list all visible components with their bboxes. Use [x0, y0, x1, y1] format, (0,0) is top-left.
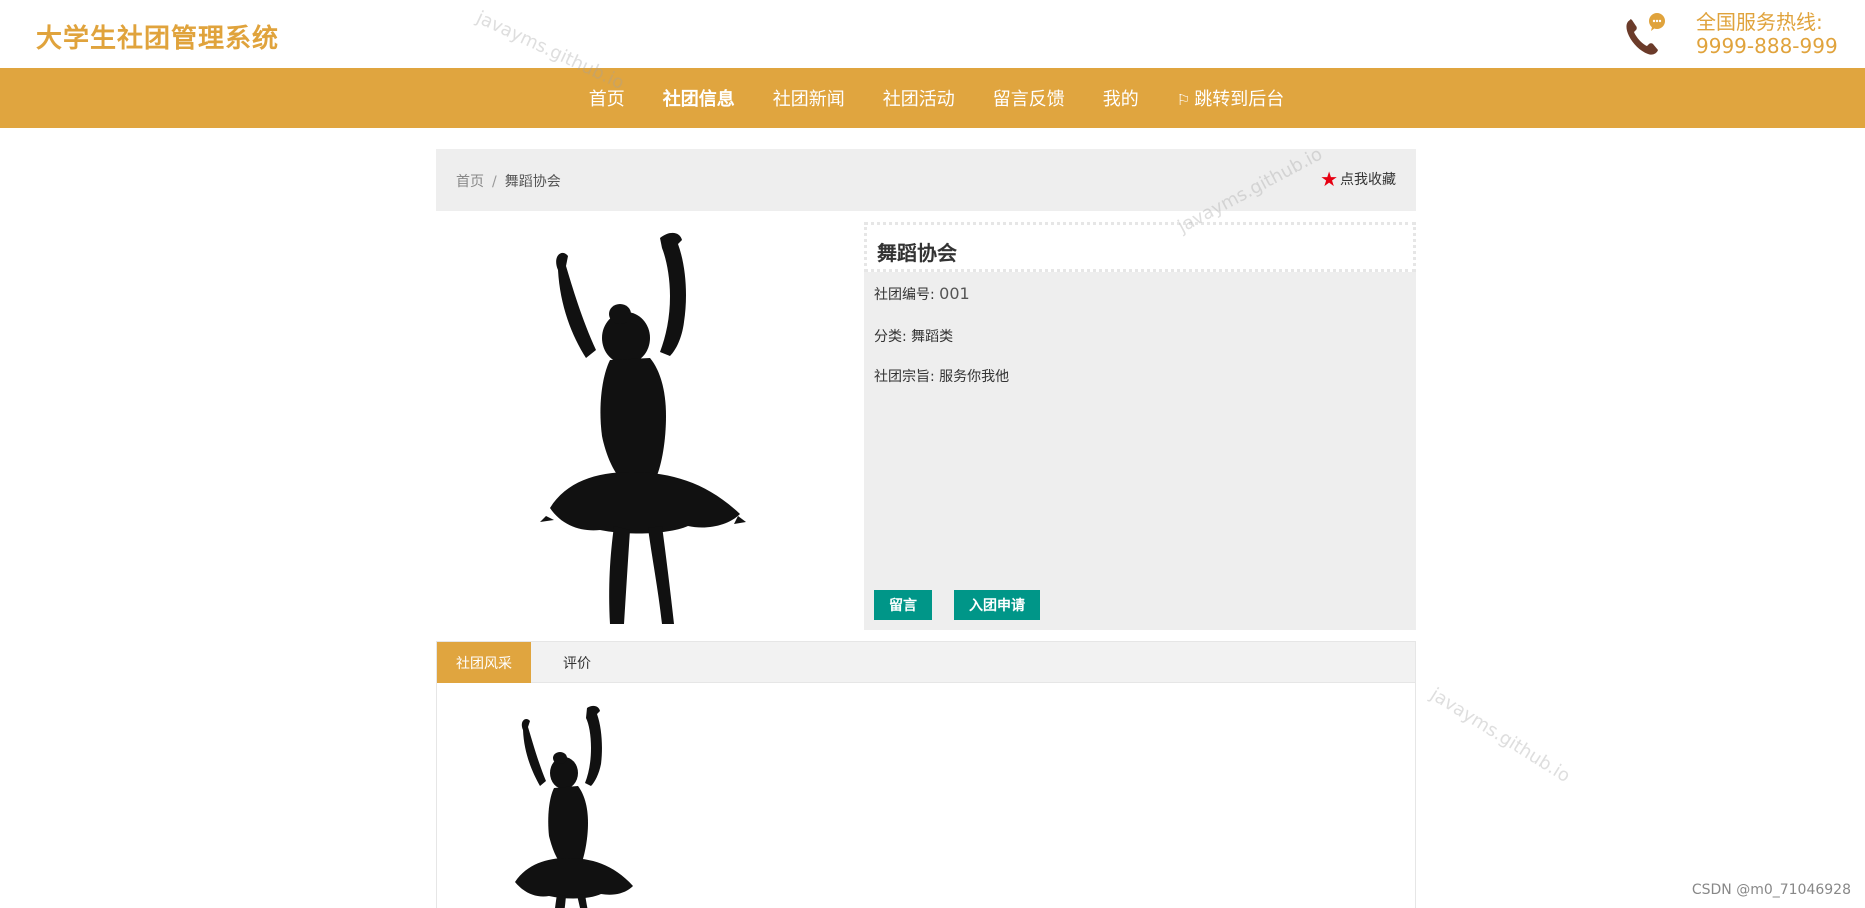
club-purpose-row: 社团宗旨: 服务你我他 [874, 366, 1009, 386]
main-nav: 首页 社团信息 社团新闻 社团活动 留言反馈 我的 ⚐ 跳转到后台 [0, 68, 1865, 128]
breadcrumb-bar: 首页 / 舞蹈协会 ★ 点我收藏 [436, 149, 1416, 211]
breadcrumb-separator: / [492, 174, 497, 190]
breadcrumb-home[interactable]: 首页 [456, 174, 484, 190]
footer-credit: CSDN @m0_71046928 [1691, 882, 1851, 898]
hotline-label: 全国服务热线: [1696, 10, 1823, 34]
club-purpose-value: 服务你我他 [939, 369, 1010, 385]
nav-item-club-info[interactable]: 社团信息 [644, 85, 754, 111]
favorite-button[interactable]: ★ 点我收藏 [1320, 169, 1396, 189]
star-icon: ★ [1320, 167, 1338, 191]
tab-reviews[interactable]: 评价 [531, 642, 623, 683]
club-id-value: 001 [939, 284, 970, 303]
nav-item-admin[interactable]: ⚐ 跳转到后台 [1158, 85, 1303, 111]
club-info-panel: 舞蹈协会 社团编号: 001 分类: 舞蹈类 社团宗旨: 服务你我他 留言 入团… [864, 222, 1416, 630]
club-id-row: 社团编号: 001 [874, 284, 970, 304]
breadcrumb-current: 舞蹈协会 [504, 174, 561, 190]
club-style-image [515, 705, 633, 908]
club-id-label: 社团编号: [874, 287, 935, 303]
tab-club-style[interactable]: 社团风采 [437, 642, 531, 683]
tab-header: 社团风采 评价 [437, 642, 1415, 683]
nav-item-home[interactable]: 首页 [570, 85, 644, 111]
club-category-row: 分类: 舞蹈类 [874, 326, 953, 346]
nav-item-club-activities[interactable]: 社团活动 [864, 85, 974, 111]
nav-item-club-news[interactable]: 社团新闻 [754, 85, 864, 111]
watermark: javayms.github.io [1426, 684, 1574, 787]
flag-icon: ⚐ [1176, 91, 1191, 109]
join-application-button[interactable]: 入团申请 [954, 590, 1040, 620]
nav-item-feedback[interactable]: 留言反馈 [974, 85, 1084, 111]
message-button[interactable]: 留言 [874, 590, 932, 620]
site-title[interactable]: 大学生社团管理系统 [36, 18, 279, 55]
club-cover-image [540, 232, 746, 624]
club-title-box: 舞蹈协会 [864, 222, 1416, 272]
hotline: 全国服务热线: 9999-888-999 [1696, 10, 1838, 58]
phone-chat-icon [1626, 13, 1665, 55]
club-category-value: 舞蹈类 [911, 329, 954, 345]
club-name: 舞蹈协会 [877, 241, 957, 265]
club-tabs: 社团风采 评价 [436, 641, 1416, 908]
hotline-number: 9999-888-999 [1696, 34, 1838, 58]
club-category-label: 分类: [874, 329, 907, 345]
breadcrumb: 首页 / 舞蹈协会 [456, 171, 561, 191]
favorite-label: 点我收藏 [1340, 172, 1396, 188]
club-purpose-label: 社团宗旨: [874, 369, 935, 385]
nav-item-admin-label: 跳转到后台 [1194, 89, 1285, 110]
site-header: 大学生社团管理系统 全国服务热线: 9999-888-999 [0, 0, 1865, 68]
nav-item-mine[interactable]: 我的 [1084, 85, 1158, 111]
